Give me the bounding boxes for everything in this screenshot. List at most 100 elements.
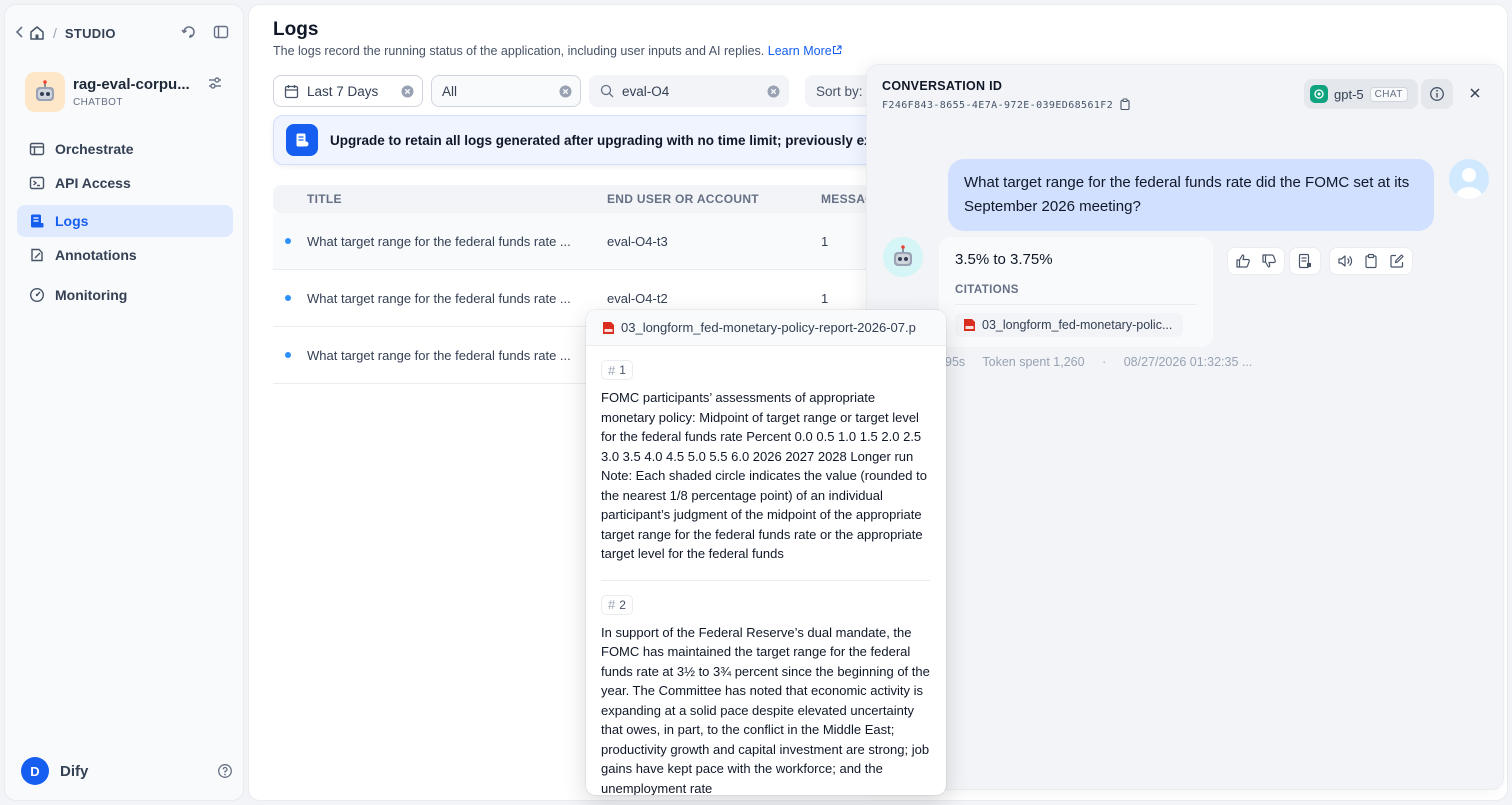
sidebar-item-logs[interactable]: Logs bbox=[17, 205, 233, 237]
search-icon bbox=[600, 84, 614, 98]
sidebar-topbar: / STUDIO bbox=[15, 19, 237, 47]
gauge-icon bbox=[29, 287, 45, 303]
breadcrumb-separator: / bbox=[53, 25, 57, 41]
row-title: What target range for the federal funds … bbox=[307, 347, 571, 363]
token-count: Token spent 1,260 bbox=[982, 355, 1085, 369]
page-title: Logs bbox=[273, 19, 319, 40]
row-title: What target range for the federal funds … bbox=[307, 290, 571, 306]
app-name: rag-eval-corpu... bbox=[73, 76, 190, 93]
sidebar-item-monitoring[interactable]: Monitoring bbox=[17, 279, 233, 311]
learn-more-link[interactable]: Learn More bbox=[768, 44, 842, 58]
question-bubble: What target range for the federal funds … bbox=[948, 159, 1434, 231]
terminal-icon bbox=[29, 176, 45, 190]
table-header: TITLE END USER OR ACCOUNT MESSAG bbox=[273, 185, 913, 213]
orchestrate-icon bbox=[29, 142, 45, 156]
row-title: What target range for the federal funds … bbox=[307, 233, 571, 249]
speaker-icon[interactable] bbox=[1332, 248, 1358, 274]
sidebar-item-label: Logs bbox=[55, 213, 89, 229]
document-icon bbox=[286, 124, 318, 156]
status-select[interactable]: All bbox=[431, 75, 581, 107]
sidebar-item-api-access[interactable]: API Access bbox=[17, 167, 233, 199]
app-header[interactable]: rag-eval-corpu... CHATBOT bbox=[25, 69, 237, 115]
help-icon[interactable] bbox=[217, 763, 233, 782]
copy-icon[interactable] bbox=[1113, 98, 1131, 113]
thumbs-up-icon[interactable] bbox=[1230, 248, 1256, 274]
robot-icon bbox=[36, 80, 54, 101]
popover-file-name: 03_longform_fed-monetary-policy-report-2… bbox=[621, 320, 916, 335]
row-user: eval-O4-t2 bbox=[607, 290, 668, 306]
column-header-title: TITLE bbox=[307, 192, 342, 206]
citation-file-name: 03_longform_fed-monetary-polic... bbox=[982, 318, 1173, 332]
edit-icon[interactable] bbox=[1384, 248, 1410, 274]
table-row[interactable]: What target range for the federal funds … bbox=[273, 213, 913, 270]
latency: 95s bbox=[945, 355, 966, 369]
segment-number-badge: #2 bbox=[601, 594, 633, 615]
model-mode-badge: CHAT bbox=[1369, 86, 1408, 102]
search-value: eval-O4 bbox=[622, 83, 670, 99]
date-range-value: Last 7 Days bbox=[307, 83, 379, 99]
message-timestamp: 08/27/2026 01:32:35 ... bbox=[1123, 355, 1253, 369]
segment-text: FOMC participants’ assessments of approp… bbox=[601, 390, 927, 561]
hash-icon: # bbox=[608, 597, 616, 612]
sidebar-item-label: API Access bbox=[55, 175, 131, 191]
message-meta: 95s Token spent 1,260 · 08/27/2026 01:32… bbox=[945, 355, 1266, 369]
clear-icon[interactable] bbox=[559, 85, 572, 101]
sort-label: Sort by: bbox=[816, 83, 863, 99]
sidebar-item-annotations[interactable]: Annotations bbox=[17, 239, 233, 271]
robot-icon bbox=[894, 245, 912, 266]
status-value: All bbox=[442, 83, 458, 99]
home-icon[interactable] bbox=[29, 25, 45, 41]
app-type: CHATBOT bbox=[73, 97, 123, 108]
log-actions bbox=[1289, 247, 1321, 275]
meta-separator: · bbox=[1102, 355, 1107, 369]
workspace-name: Dify bbox=[60, 762, 89, 780]
openai-icon bbox=[1310, 85, 1328, 103]
breadcrumb-studio[interactable]: STUDIO bbox=[65, 26, 116, 41]
segment-text: In support of the Federal Reserve’s dual… bbox=[601, 624, 930, 796]
banner-text: Upgrade to retain all logs generated aft… bbox=[330, 132, 889, 148]
thumbs-down-icon[interactable] bbox=[1256, 248, 1282, 274]
sidebar: / STUDIO rag-eval-corpu... CHATBOT Orche… bbox=[4, 4, 244, 801]
sidebar-item-label: Orchestrate bbox=[55, 141, 134, 157]
pdf-icon bbox=[603, 321, 614, 334]
sidebar-nav: Orchestrate API Access Logs Annotations … bbox=[17, 133, 233, 313]
citation-item[interactable]: 03_longform_fed-monetary-polic... bbox=[955, 313, 1183, 337]
logs-icon bbox=[31, 214, 44, 228]
sidebar-item-orchestrate[interactable]: Orchestrate bbox=[17, 133, 233, 165]
model-selector[interactable]: gpt-5 CHAT bbox=[1304, 79, 1418, 109]
page-description: The logs record the running status of th… bbox=[273, 44, 842, 58]
chevron-left-icon[interactable] bbox=[15, 25, 27, 41]
sidebar-collapse-icon[interactable] bbox=[213, 24, 229, 43]
pdf-icon bbox=[964, 319, 975, 331]
upgrade-banner: Upgrade to retain all logs generated aft… bbox=[273, 115, 913, 165]
clear-icon[interactable] bbox=[767, 85, 780, 101]
date-range-select[interactable]: Last 7 Days bbox=[273, 75, 423, 107]
bot-avatar bbox=[883, 237, 923, 277]
row-messages: 1 bbox=[821, 233, 829, 249]
search-input[interactable]: eval-O4 bbox=[589, 75, 789, 107]
log-detail-icon[interactable] bbox=[1292, 248, 1318, 274]
column-header-user: END USER OR ACCOUNT bbox=[607, 192, 759, 206]
answer-bubble: 3.5% to 3.75% CITATIONS 03_longform_fed-… bbox=[939, 237, 1213, 347]
sidebar-item-label: Annotations bbox=[55, 247, 137, 263]
popover-header: 03_longform_fed-monetary-policy-report-2… bbox=[586, 310, 946, 346]
info-button[interactable] bbox=[1421, 79, 1453, 109]
avatar: D bbox=[21, 757, 49, 785]
calendar-icon bbox=[284, 84, 299, 98]
user-account[interactable]: D Dify bbox=[21, 757, 235, 785]
settings-sliders-icon[interactable] bbox=[207, 75, 223, 94]
clipboard-icon[interactable] bbox=[1358, 248, 1384, 274]
close-icon[interactable] bbox=[1467, 85, 1483, 104]
hash-icon: # bbox=[608, 362, 616, 378]
page-description-text: The logs record the running status of th… bbox=[273, 44, 765, 58]
conversation-id-value: F246F843-8655-4E7A-972E-039ED68561F2 bbox=[882, 100, 1114, 111]
model-name: gpt-5 bbox=[1334, 86, 1364, 102]
row-messages: 1 bbox=[821, 290, 829, 306]
refresh-icon[interactable] bbox=[181, 24, 197, 43]
citation-segment: #2 In support of the Federal Reserve’s d… bbox=[586, 581, 946, 796]
app-avatar bbox=[25, 72, 65, 112]
conversation-id-label: CONVERSATION ID bbox=[882, 79, 1003, 93]
segment-number-badge: #1 bbox=[601, 360, 633, 380]
clear-icon[interactable] bbox=[401, 85, 414, 101]
sidebar-item-label: Monitoring bbox=[55, 287, 128, 303]
